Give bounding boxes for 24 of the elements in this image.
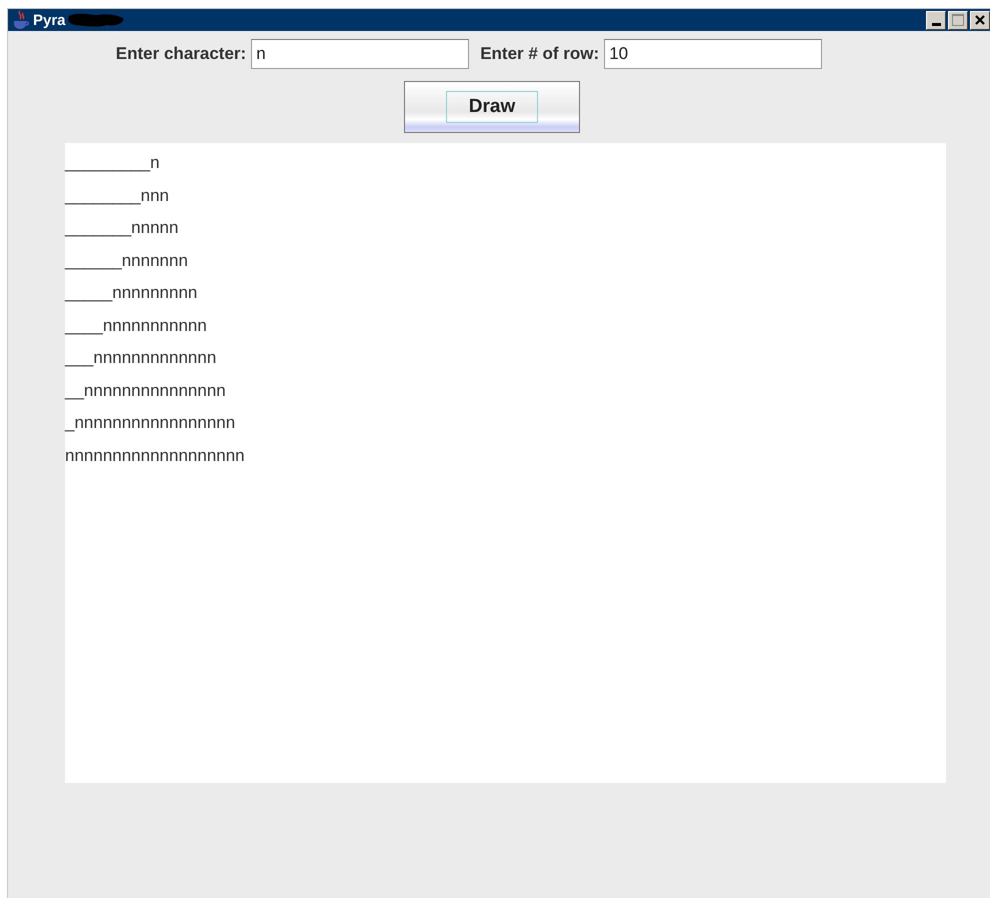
minimize-icon — [932, 22, 940, 26]
output-line: __nnnnnnnnnnnnnnn — [65, 380, 226, 402]
output-line: _nnnnnnnnnnnnnnnnn — [65, 412, 236, 434]
output-line: ______nnnnnnn — [65, 250, 188, 272]
close-icon — [974, 14, 986, 26]
output-line: ____nnnnnnnnnnn — [65, 314, 207, 336]
draw-button[interactable]: Draw — [404, 81, 580, 133]
maximize-button[interactable] — [948, 10, 968, 30]
minimize-button[interactable] — [926, 10, 946, 30]
output-line: ___nnnnnnnnnnnnn — [65, 347, 216, 369]
coffee-cup-icon — [12, 10, 30, 30]
window-title: Pyra — [33, 12, 66, 28]
rows-field[interactable]: 10 — [604, 39, 822, 69]
output-line: nnnnnnnnnnnnnnnnnnn — [65, 444, 245, 466]
output-line: ________nnn — [65, 184, 170, 206]
redaction-mark — [66, 12, 125, 28]
character-field[interactable]: n — [251, 39, 470, 69]
output-line: _______nnnnn — [65, 217, 178, 239]
maximize-icon — [952, 14, 964, 26]
close-button[interactable] — [970, 10, 990, 30]
output-line: _____nnnnnnnnn — [65, 282, 198, 304]
rows-label: Enter # of row: — [480, 44, 600, 64]
character-label: Enter character: — [116, 44, 246, 64]
output-line: _________n — [65, 152, 160, 174]
